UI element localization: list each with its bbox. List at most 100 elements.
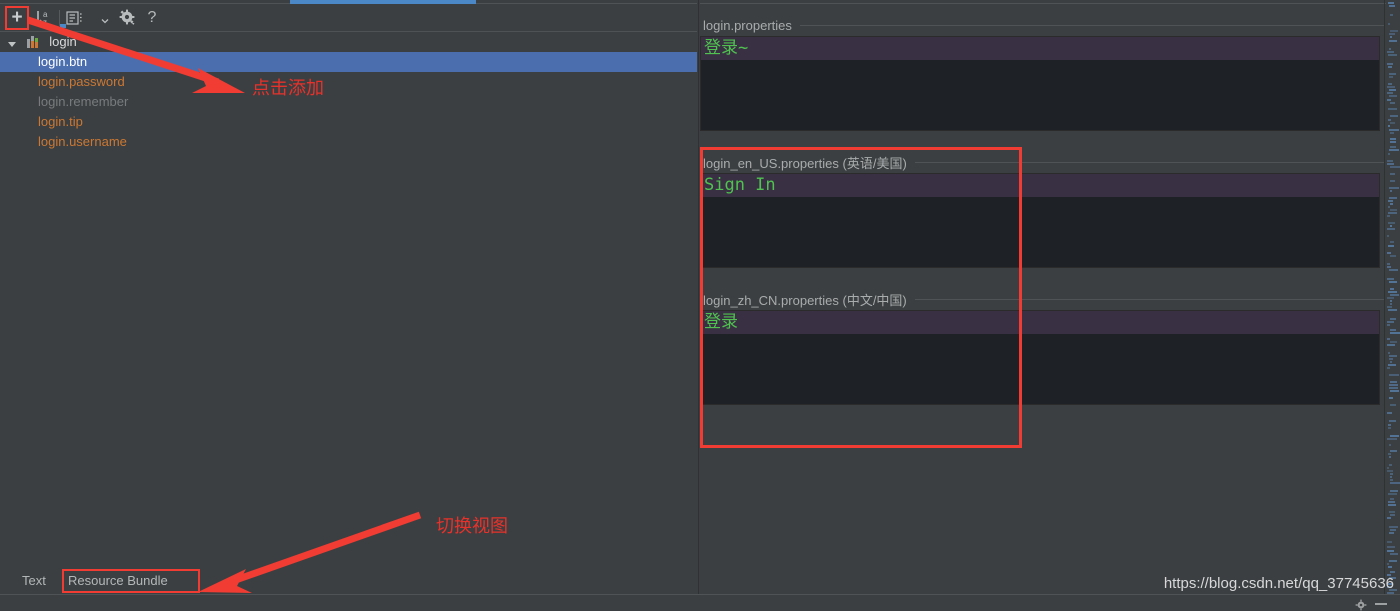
minimap-line (1387, 344, 1395, 346)
minimap-line (1389, 33, 1395, 35)
minimap-line (1390, 14, 1393, 16)
group-dropdown-chevron-down-icon[interactable] (100, 16, 110, 26)
minimap-line (1390, 303, 1392, 305)
minimap-line (1389, 149, 1399, 151)
tree-item-login-username[interactable]: login.username (0, 132, 697, 152)
minimap-line (1389, 511, 1395, 513)
tree-root-label: login (49, 34, 77, 49)
tree-item-login-password[interactable]: login.password (0, 72, 697, 92)
property-keys-tree[interactable]: login login.btn login.password login.rem… (0, 32, 697, 152)
minimap-line (1389, 420, 1396, 422)
minimap-line (1390, 300, 1392, 302)
section-rule (914, 161, 1384, 163)
minimap-line (1390, 329, 1396, 331)
minimap-line (1388, 108, 1397, 110)
minimap-line (1389, 526, 1398, 528)
minimap-line (1388, 352, 1390, 354)
minimap-line (1388, 309, 1397, 311)
minimap-line (1387, 517, 1391, 519)
translation-value[interactable]: Sign In (701, 174, 1379, 197)
minimap-line (1389, 456, 1391, 458)
translation-value[interactable]: 登录~ (701, 37, 1379, 60)
tab-active-indicator (60, 24, 66, 28)
minimap-line (1389, 358, 1393, 360)
minimap-line (1388, 153, 1390, 155)
minimap-line (1387, 92, 1393, 94)
minimap-line (1387, 63, 1393, 65)
ide-resource-bundle-editor: + a z ? login login.btn login.password l… (0, 0, 1400, 611)
minimap-line (1388, 119, 1391, 121)
minimap-line (1390, 450, 1397, 452)
minimap-line (1390, 173, 1395, 175)
minimap-line (1388, 125, 1390, 127)
minimap-line (1388, 200, 1393, 202)
minimap-line (1390, 102, 1395, 104)
minimap-line (1390, 225, 1392, 227)
minimap-line (1387, 412, 1392, 414)
minimap-line (1388, 2, 1394, 4)
minimap-line (1387, 51, 1394, 53)
editor-minimap[interactable] (1386, 0, 1400, 594)
editor-view-tabs: Text Resource Bundle (0, 569, 697, 594)
minimap-line (1390, 341, 1397, 343)
minimap-line (1389, 129, 1399, 131)
tree-item-login-btn[interactable]: login.btn (0, 52, 697, 72)
minimap-line (1389, 269, 1398, 271)
minimap-line (1390, 514, 1395, 516)
minimap-line (1388, 453, 1391, 455)
minimap-line (1388, 493, 1397, 495)
section-rule (799, 24, 1384, 26)
add-property-button[interactable]: + (7, 8, 27, 28)
minimap-line (1390, 190, 1392, 192)
caret-down-icon[interactable] (6, 36, 18, 48)
minimap-line (1388, 245, 1394, 247)
sort-alphabetical-icon[interactable]: a z (33, 8, 53, 28)
minimap-line (1390, 141, 1396, 143)
minimap-line (1390, 180, 1395, 182)
minimap-line (1388, 206, 1390, 208)
minimap-line (1390, 241, 1394, 243)
minimap-line (1389, 464, 1392, 466)
bundle-section-header: login_zh_CN.properties (中文/中国) (700, 288, 1384, 310)
tab-text[interactable]: Text (22, 573, 46, 588)
minimap-line (1390, 203, 1393, 205)
minimap-line (1390, 30, 1398, 32)
minimap-line (1387, 367, 1390, 369)
minimap-line (1389, 397, 1393, 399)
gear-icon[interactable] (118, 8, 138, 28)
minimap-line (1390, 132, 1394, 134)
translation-editor-zh-CN[interactable]: 登录 (700, 310, 1380, 405)
tree-root-login[interactable]: login (0, 32, 697, 52)
minimap-line (1389, 40, 1397, 42)
help-icon[interactable]: ? (144, 8, 160, 28)
minimap-line (1388, 424, 1391, 426)
minimap-line (1390, 294, 1399, 296)
minimap-line (1388, 566, 1392, 568)
minimap-line (1388, 504, 1396, 506)
status-minimize-icon[interactable] (1375, 603, 1387, 605)
minimap-line (1390, 490, 1398, 492)
status-gear-icon[interactable] (1355, 598, 1367, 611)
minimap-line (1388, 291, 1397, 293)
minimap-line (1387, 160, 1393, 162)
minimap-line (1389, 95, 1397, 97)
bundle-section-en-US: login_en_US.properties (英语/美国) Sign In (700, 151, 1384, 268)
tree-item-login-remember[interactable]: login.remember (0, 92, 697, 112)
minimap-line (1387, 546, 1395, 548)
translation-editor-default[interactable]: 登录~ (700, 36, 1380, 131)
minimap-line (1390, 115, 1398, 117)
tree-item-label: login.remember (38, 94, 129, 109)
minimap-line (1390, 332, 1400, 334)
minimap-line (1390, 166, 1400, 168)
translation-value[interactable]: 登录 (701, 311, 1379, 334)
bundle-section-header: login_en_US.properties (英语/美国) (700, 151, 1384, 173)
tree-item-login-tip[interactable]: login.tip (0, 112, 697, 132)
minimap-line (1387, 163, 1394, 165)
bundle-file-name-text: login_en_US.properties (703, 155, 839, 171)
minimap-line (1389, 197, 1397, 199)
bundle-locale-text: (中文/中国) (842, 292, 907, 308)
group-list-icon[interactable] (64, 8, 86, 28)
resource-bundle-icon (26, 35, 42, 49)
translation-editor-en-US[interactable]: Sign In (700, 173, 1380, 268)
minimap-line (1390, 435, 1399, 437)
